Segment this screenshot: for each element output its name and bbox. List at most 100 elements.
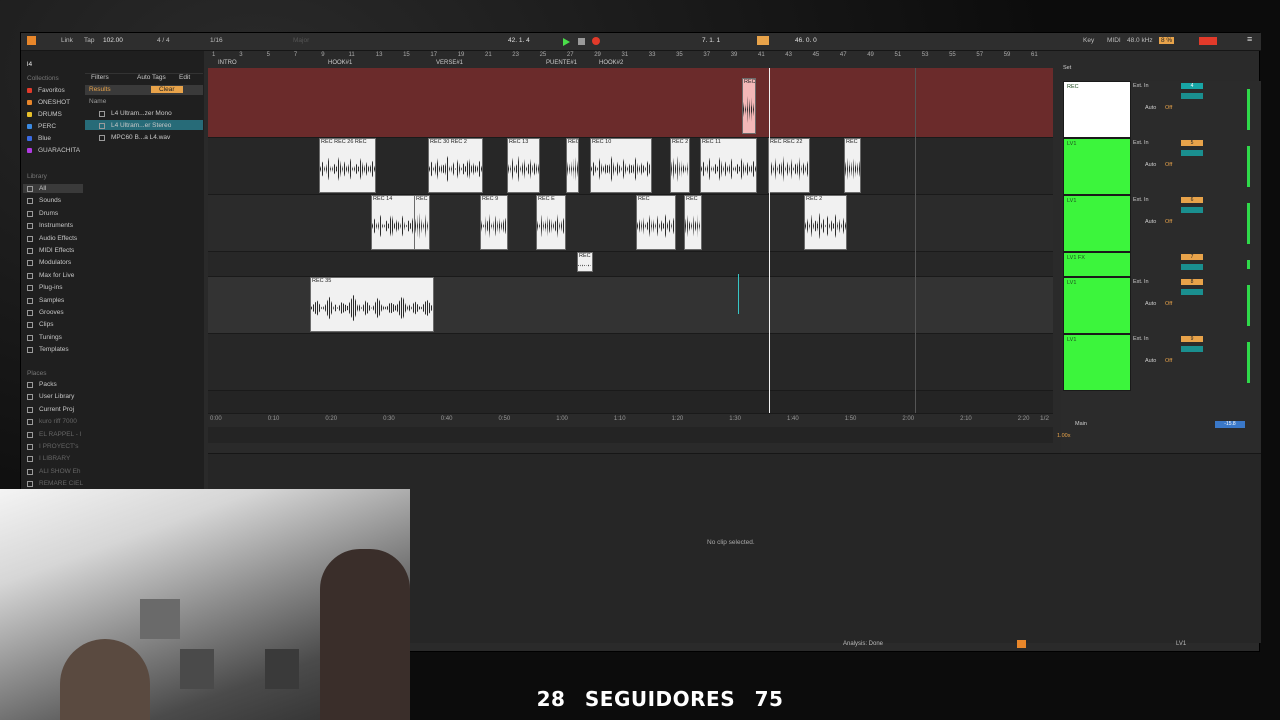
time-ruler[interactable]: 0:00 0:10 0:20 0:30 0:40 0:50 1:00 1:10 1:20 1:30… — [208, 413, 1053, 427]
arrangement-view[interactable]: REC 23 REC REC 26 REC REC 30 REC 2 REC 13 RE… — [208, 68, 1053, 443]
track-number[interactable]: 8 — [1181, 279, 1203, 285]
monitor-auto[interactable]: Auto — [1145, 358, 1156, 364]
audio-clip[interactable]: REC 9 — [480, 195, 508, 250]
bar-ruler[interactable]: 1 3 5 7 9 11 13 15 17 19 21 23 25 27 29 31 33 35 37 39 41 43 4… — [208, 51, 1053, 68]
audio-clip[interactable]: REC — [684, 195, 702, 250]
audio-clip[interactable]: REC — [577, 252, 593, 272]
lane-lv1-b[interactable] — [208, 194, 1053, 251]
auto-tags-button[interactable]: Auto Tags — [137, 74, 166, 81]
locator-marker[interactable]: PUENTE#1 — [546, 60, 577, 66]
input-type[interactable]: Ext. In — [1133, 83, 1149, 89]
locator-marker[interactable]: HOOK#1 — [328, 60, 352, 66]
track-header[interactable]: LV1 — [1063, 277, 1131, 334]
input-type[interactable]: Ext. In — [1133, 336, 1149, 342]
monitor-off[interactable]: Off — [1165, 105, 1172, 111]
collection-item[interactable]: Favoritos — [38, 87, 65, 94]
monitor-auto[interactable]: Auto — [1145, 301, 1156, 307]
song-position[interactable]: 42. 1. 4 — [508, 37, 530, 44]
track-number[interactable]: 4 — [1181, 83, 1203, 89]
input-type[interactable]: Ext. In — [1133, 197, 1149, 203]
track-header[interactable]: LV1 FX — [1063, 252, 1131, 277]
monitor-off[interactable]: Off — [1165, 219, 1172, 225]
play-icon[interactable] — [563, 38, 570, 46]
library-item[interactable]: Instruments — [39, 222, 73, 229]
track-header[interactable]: LV1 — [1063, 334, 1131, 391]
arrangement-view-icon[interactable] — [27, 36, 36, 45]
collection-item[interactable]: PERC — [38, 123, 56, 130]
library-item[interactable]: Clips — [39, 321, 53, 328]
track-number[interactable]: 6 — [1181, 197, 1203, 203]
places-item[interactable]: I LIBRARY — [39, 455, 70, 462]
library-item[interactable]: Tunings — [39, 334, 62, 341]
file-item[interactable]: MPC60 B...a L4.wav — [111, 134, 170, 141]
track-header[interactable]: LV1 — [1063, 195, 1131, 252]
browser-search[interactable]: l4 — [27, 61, 32, 68]
monitor-off[interactable]: Off — [1165, 301, 1172, 307]
places-item[interactable]: kuro riff 7000 — [39, 418, 77, 425]
audio-clip[interactable]: REC REC 26 REC — [319, 138, 376, 193]
audio-clip[interactable]: REC 35 — [310, 277, 434, 332]
library-item[interactable]: Drums — [39, 210, 58, 217]
menu-icon[interactable]: ≡ — [1247, 34, 1252, 44]
monitor-off[interactable]: Off — [1165, 162, 1172, 168]
collection-item[interactable]: DRUMS — [38, 111, 62, 118]
filters-button[interactable]: Filters — [91, 74, 109, 81]
lane-lv1-d[interactable] — [208, 333, 1053, 390]
audio-clip[interactable]: REC — [414, 195, 430, 250]
library-item[interactable]: All — [39, 185, 46, 192]
audio-clip[interactable]: REC 13 — [507, 138, 540, 193]
time-signature[interactable]: 4 / 4 — [157, 37, 170, 44]
library-item[interactable]: Sounds — [39, 197, 61, 204]
file-item[interactable]: L4 Ultram...er Stereo — [111, 122, 171, 129]
audio-clip[interactable]: REC 23 — [742, 78, 756, 134]
audio-clip[interactable]: REC 11 — [700, 138, 757, 193]
audio-clip[interactable]: REC — [844, 138, 861, 193]
monitor-off[interactable]: Off — [1165, 358, 1172, 364]
input-type[interactable]: Ext. In — [1133, 140, 1149, 146]
audio-clip[interactable]: REC — [566, 138, 579, 193]
midi-map-button[interactable]: MIDI — [1107, 37, 1121, 44]
library-item[interactable]: Modulators — [39, 259, 71, 266]
track-number[interactable]: 5 — [1181, 140, 1203, 146]
places-item[interactable]: User Library — [39, 393, 74, 400]
audio-clip[interactable]: REC 30 REC 2 — [428, 138, 483, 193]
library-item[interactable]: Max for Live — [39, 272, 74, 279]
collection-item[interactable]: ONESHOT — [38, 99, 70, 106]
tempo-field[interactable]: 102.00 — [103, 37, 123, 44]
send-control[interactable] — [1181, 150, 1203, 156]
collection-item[interactable]: GUARACHITA — [38, 147, 80, 154]
key-map-button[interactable]: Key — [1083, 37, 1094, 44]
record-icon[interactable] — [592, 37, 600, 45]
stop-icon[interactable] — [578, 38, 585, 45]
library-item[interactable]: Audio Effects — [39, 235, 77, 242]
input-type[interactable]: Ext. In — [1133, 279, 1149, 285]
locator-marker[interactable]: VERSE#1 — [436, 60, 463, 66]
file-item[interactable]: L4 Ultram...zer Mono — [111, 110, 172, 117]
set-button[interactable]: Set — [1063, 65, 1071, 71]
track-header[interactable]: LV1 — [1063, 138, 1131, 195]
audio-clip[interactable]: REC 2 — [804, 195, 847, 250]
locator-marker[interactable]: HOOK#2 — [599, 60, 623, 66]
library-item[interactable]: Templates — [39, 346, 69, 353]
lane-rec[interactable] — [208, 68, 1053, 137]
places-item[interactable]: I PROYECT's — [39, 443, 79, 450]
places-item[interactable]: Current Proj — [39, 406, 74, 413]
audio-clip[interactable]: REC 10 — [590, 138, 652, 193]
places-item[interactable]: EL RAPPEL - I — [39, 431, 82, 438]
monitor-auto[interactable]: Auto — [1145, 219, 1156, 225]
link-button[interactable]: Link — [61, 37, 73, 44]
edit-button[interactable]: Edit — [179, 74, 190, 81]
quantize-menu[interactable]: 1/16 — [210, 37, 223, 44]
loop-start[interactable]: 7. 1. 1 — [702, 37, 720, 44]
track-number[interactable]: 9 — [1181, 336, 1203, 342]
places-item[interactable]: ALI SHOW Eh — [39, 468, 81, 475]
library-item[interactable]: Samples — [39, 297, 64, 304]
clear-button[interactable]: Clear — [151, 86, 183, 93]
track-header[interactable]: REC — [1063, 81, 1131, 138]
places-item[interactable]: REMARE CIEL — [39, 480, 83, 487]
loop-length[interactable]: 46. 0. 0 — [795, 37, 817, 44]
send-control[interactable] — [1181, 346, 1203, 352]
audio-clip[interactable]: REC E — [536, 195, 566, 250]
loop-switch-icon[interactable] — [757, 36, 769, 45]
locator-marker[interactable]: INTRO — [218, 60, 237, 66]
